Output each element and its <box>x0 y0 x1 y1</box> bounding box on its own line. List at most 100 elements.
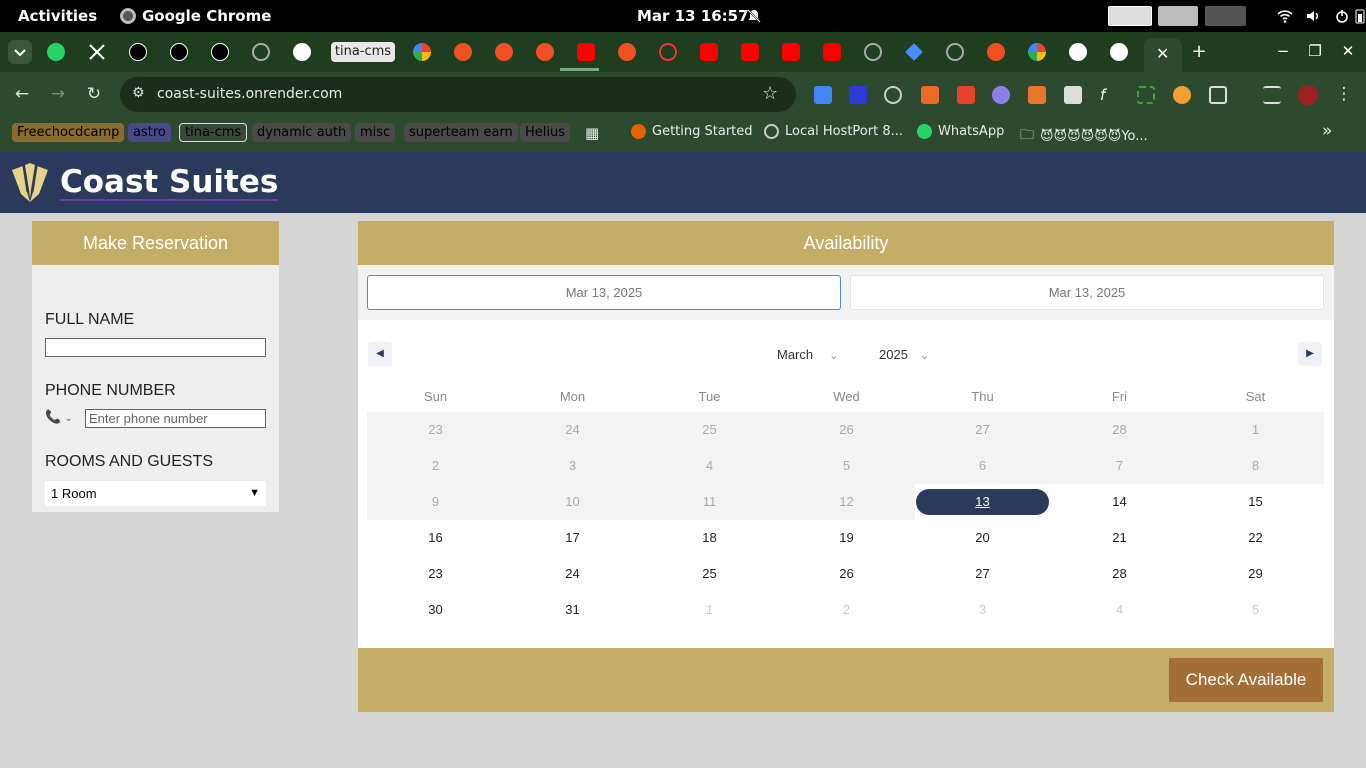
calendar-day[interactable]: 20 <box>914 520 1051 556</box>
extension-icon-5[interactable] <box>957 86 975 104</box>
country-select[interactable]: 📞 ⌄ <box>45 410 73 425</box>
bookmark-folder-tina-cms[interactable]: tina-cms <box>179 123 248 142</box>
github-tab-icon[interactable] <box>293 43 311 61</box>
metamask-extension-icon[interactable] <box>1028 86 1046 104</box>
bookmark-folder-emoji[interactable]: 🗀 😈😈😈😈😈😈Yo... <box>1020 124 1148 148</box>
extension-icon-11[interactable] <box>1173 86 1191 104</box>
google-tab-icon[interactable] <box>413 43 431 61</box>
docs-extension-icon[interactable] <box>814 86 832 104</box>
calendar-day[interactable]: 27 <box>914 556 1051 592</box>
calendar-day[interactable]: 2 <box>778 592 915 628</box>
calendar-day[interactable]: 26 <box>778 556 915 592</box>
calendar-day[interactable]: 8 <box>1187 448 1324 484</box>
check-in-date[interactable]: Mar 13, 2025 <box>367 275 841 310</box>
menu-icon[interactable]: ⋮ <box>1333 84 1355 104</box>
coast-suites-logo[interactable] <box>9 162 51 204</box>
new-tab-icon[interactable]: + <box>1189 41 1209 62</box>
calendar-day[interactable]: 25 <box>641 556 778 592</box>
bookmark-folder-superteam[interactable]: superteam earn <box>404 123 518 142</box>
calendar-day[interactable]: 28 <box>1051 556 1188 592</box>
close-window-icon[interactable]: ✕ <box>1338 42 1358 60</box>
workspace-1[interactable] <box>1108 6 1152 26</box>
calendar-day[interactable]: 18 <box>641 520 778 556</box>
reload-icon[interactable]: ↻ <box>83 84 105 104</box>
calendar-day[interactable]: 15 <box>1187 484 1324 520</box>
calendar-day[interactable]: 29 <box>1187 556 1324 592</box>
site-title[interactable]: Coast Suites <box>60 165 279 201</box>
full-name-input[interactable] <box>45 338 266 357</box>
screenshot-extension-icon[interactable] <box>1137 86 1155 104</box>
bookmark-whatsapp[interactable]: WhatsApp <box>917 124 1004 139</box>
app-tab-icon-4[interactable] <box>618 43 636 61</box>
youtube-tab-icon-3[interactable] <box>741 43 759 61</box>
calendar-day[interactable]: 17 <box>504 520 641 556</box>
wifi-icon[interactable] <box>1277 8 1293 24</box>
minimize-icon[interactable]: − <box>1273 42 1293 60</box>
workspace-3[interactable] <box>1205 6 1246 26</box>
formula-extension-icon[interactable]: f <box>1100 86 1118 104</box>
phantom-extension-icon[interactable] <box>992 86 1010 104</box>
extension-icon-8[interactable] <box>1064 86 1082 104</box>
calendar-day[interactable]: 14 <box>1051 484 1188 520</box>
more-bookmarks-icon[interactable]: » <box>1322 121 1332 141</box>
calendar-day[interactable]: 3 <box>914 592 1051 628</box>
calendar-day[interactable]: 4 <box>1051 592 1188 628</box>
next-month-button[interactable]: ▶ <box>1298 342 1322 366</box>
calendar-day[interactable]: 26 <box>778 412 915 448</box>
calendar-day[interactable]: 25 <box>641 412 778 448</box>
youtube-tab-icon-2[interactable] <box>700 43 718 61</box>
calendar-day[interactable]: 5 <box>778 448 915 484</box>
month-select[interactable]: March ⌄ <box>777 347 838 362</box>
check-available-button[interactable]: Check Available <box>1169 658 1323 702</box>
youtube-tab-icon-1[interactable] <box>577 43 595 61</box>
power-icon[interactable] <box>1334 8 1350 24</box>
speed-tab-icon[interactable] <box>659 43 677 61</box>
calendar-day[interactable]: 27 <box>914 412 1051 448</box>
apps-grid-icon[interactable]: ▦ <box>585 124 599 142</box>
calendar-day[interactable]: 22 <box>1187 520 1324 556</box>
calendar-day[interactable]: 1 <box>1187 412 1324 448</box>
bookmark-folder-helius[interactable]: Helius <box>520 123 571 142</box>
active-tab[interactable]: ✕ <box>1144 38 1182 72</box>
calendar-day[interactable]: 19 <box>778 520 915 556</box>
globe-tab-icon[interactable] <box>252 43 270 61</box>
rooms-select[interactable]: 1 Room ▼ <box>45 481 266 506</box>
calendar-day[interactable]: 24 <box>504 412 641 448</box>
calendar-day[interactable]: 12 <box>778 484 915 520</box>
calendar-day[interactable]: 10 <box>504 484 641 520</box>
google-tab-icon-2[interactable] <box>1028 43 1046 61</box>
nextjs-tab-icon-3[interactable] <box>211 43 229 61</box>
calendar-day[interactable]: 9 <box>367 484 504 520</box>
calendar-day[interactable]: 21 <box>1051 520 1188 556</box>
nextjs-tab-icon-1[interactable] <box>129 43 147 61</box>
extension-icon-2[interactable] <box>849 86 867 104</box>
tab-tina-cms[interactable]: tina-cms <box>331 42 395 62</box>
globe-tab-icon-2[interactable] <box>864 43 882 61</box>
calendar-day[interactable]: 11 <box>641 484 778 520</box>
app-menu[interactable]: Google Chrome <box>120 7 271 25</box>
app-tab-icon-5[interactable] <box>987 43 1005 61</box>
media-control-icon[interactable] <box>1263 86 1281 104</box>
profile-avatar[interactable] <box>1298 85 1318 105</box>
calendar-day[interactable]: 24 <box>504 556 641 592</box>
github-tab-icon-3[interactable] <box>1110 43 1128 61</box>
year-select[interactable]: 2025 ⌄ <box>879 347 929 362</box>
calendar-day[interactable]: 7 <box>1051 448 1188 484</box>
calendar-day[interactable]: 3 <box>504 448 641 484</box>
calendar-day[interactable]: 30 <box>367 592 504 628</box>
calendar-day[interactable]: 28 <box>1051 412 1188 448</box>
close-tab-icon[interactable]: ✕ <box>1156 44 1169 63</box>
calendar-day[interactable]: 6 <box>914 448 1051 484</box>
check-out-date[interactable]: Mar 13, 2025 <box>850 275 1324 310</box>
url-text[interactable]: coast-suites.onrender.com <box>157 86 342 102</box>
bookmark-folder-astro[interactable]: astro <box>128 123 171 142</box>
forward-icon[interactable]: → <box>47 84 69 104</box>
globe-extension-icon[interactable] <box>884 86 902 104</box>
workspace-2[interactable] <box>1158 6 1198 26</box>
bookmark-getting-started[interactable]: Getting Started <box>631 124 753 139</box>
calendar-day-selected[interactable]: 13 <box>914 484 1051 520</box>
bookmark-folder-misc[interactable]: misc <box>355 123 396 142</box>
calendar-day[interactable]: 5 <box>1187 592 1324 628</box>
app-tab-icon-3[interactable] <box>536 43 554 61</box>
whatsapp-tab-icon[interactable] <box>47 43 65 61</box>
